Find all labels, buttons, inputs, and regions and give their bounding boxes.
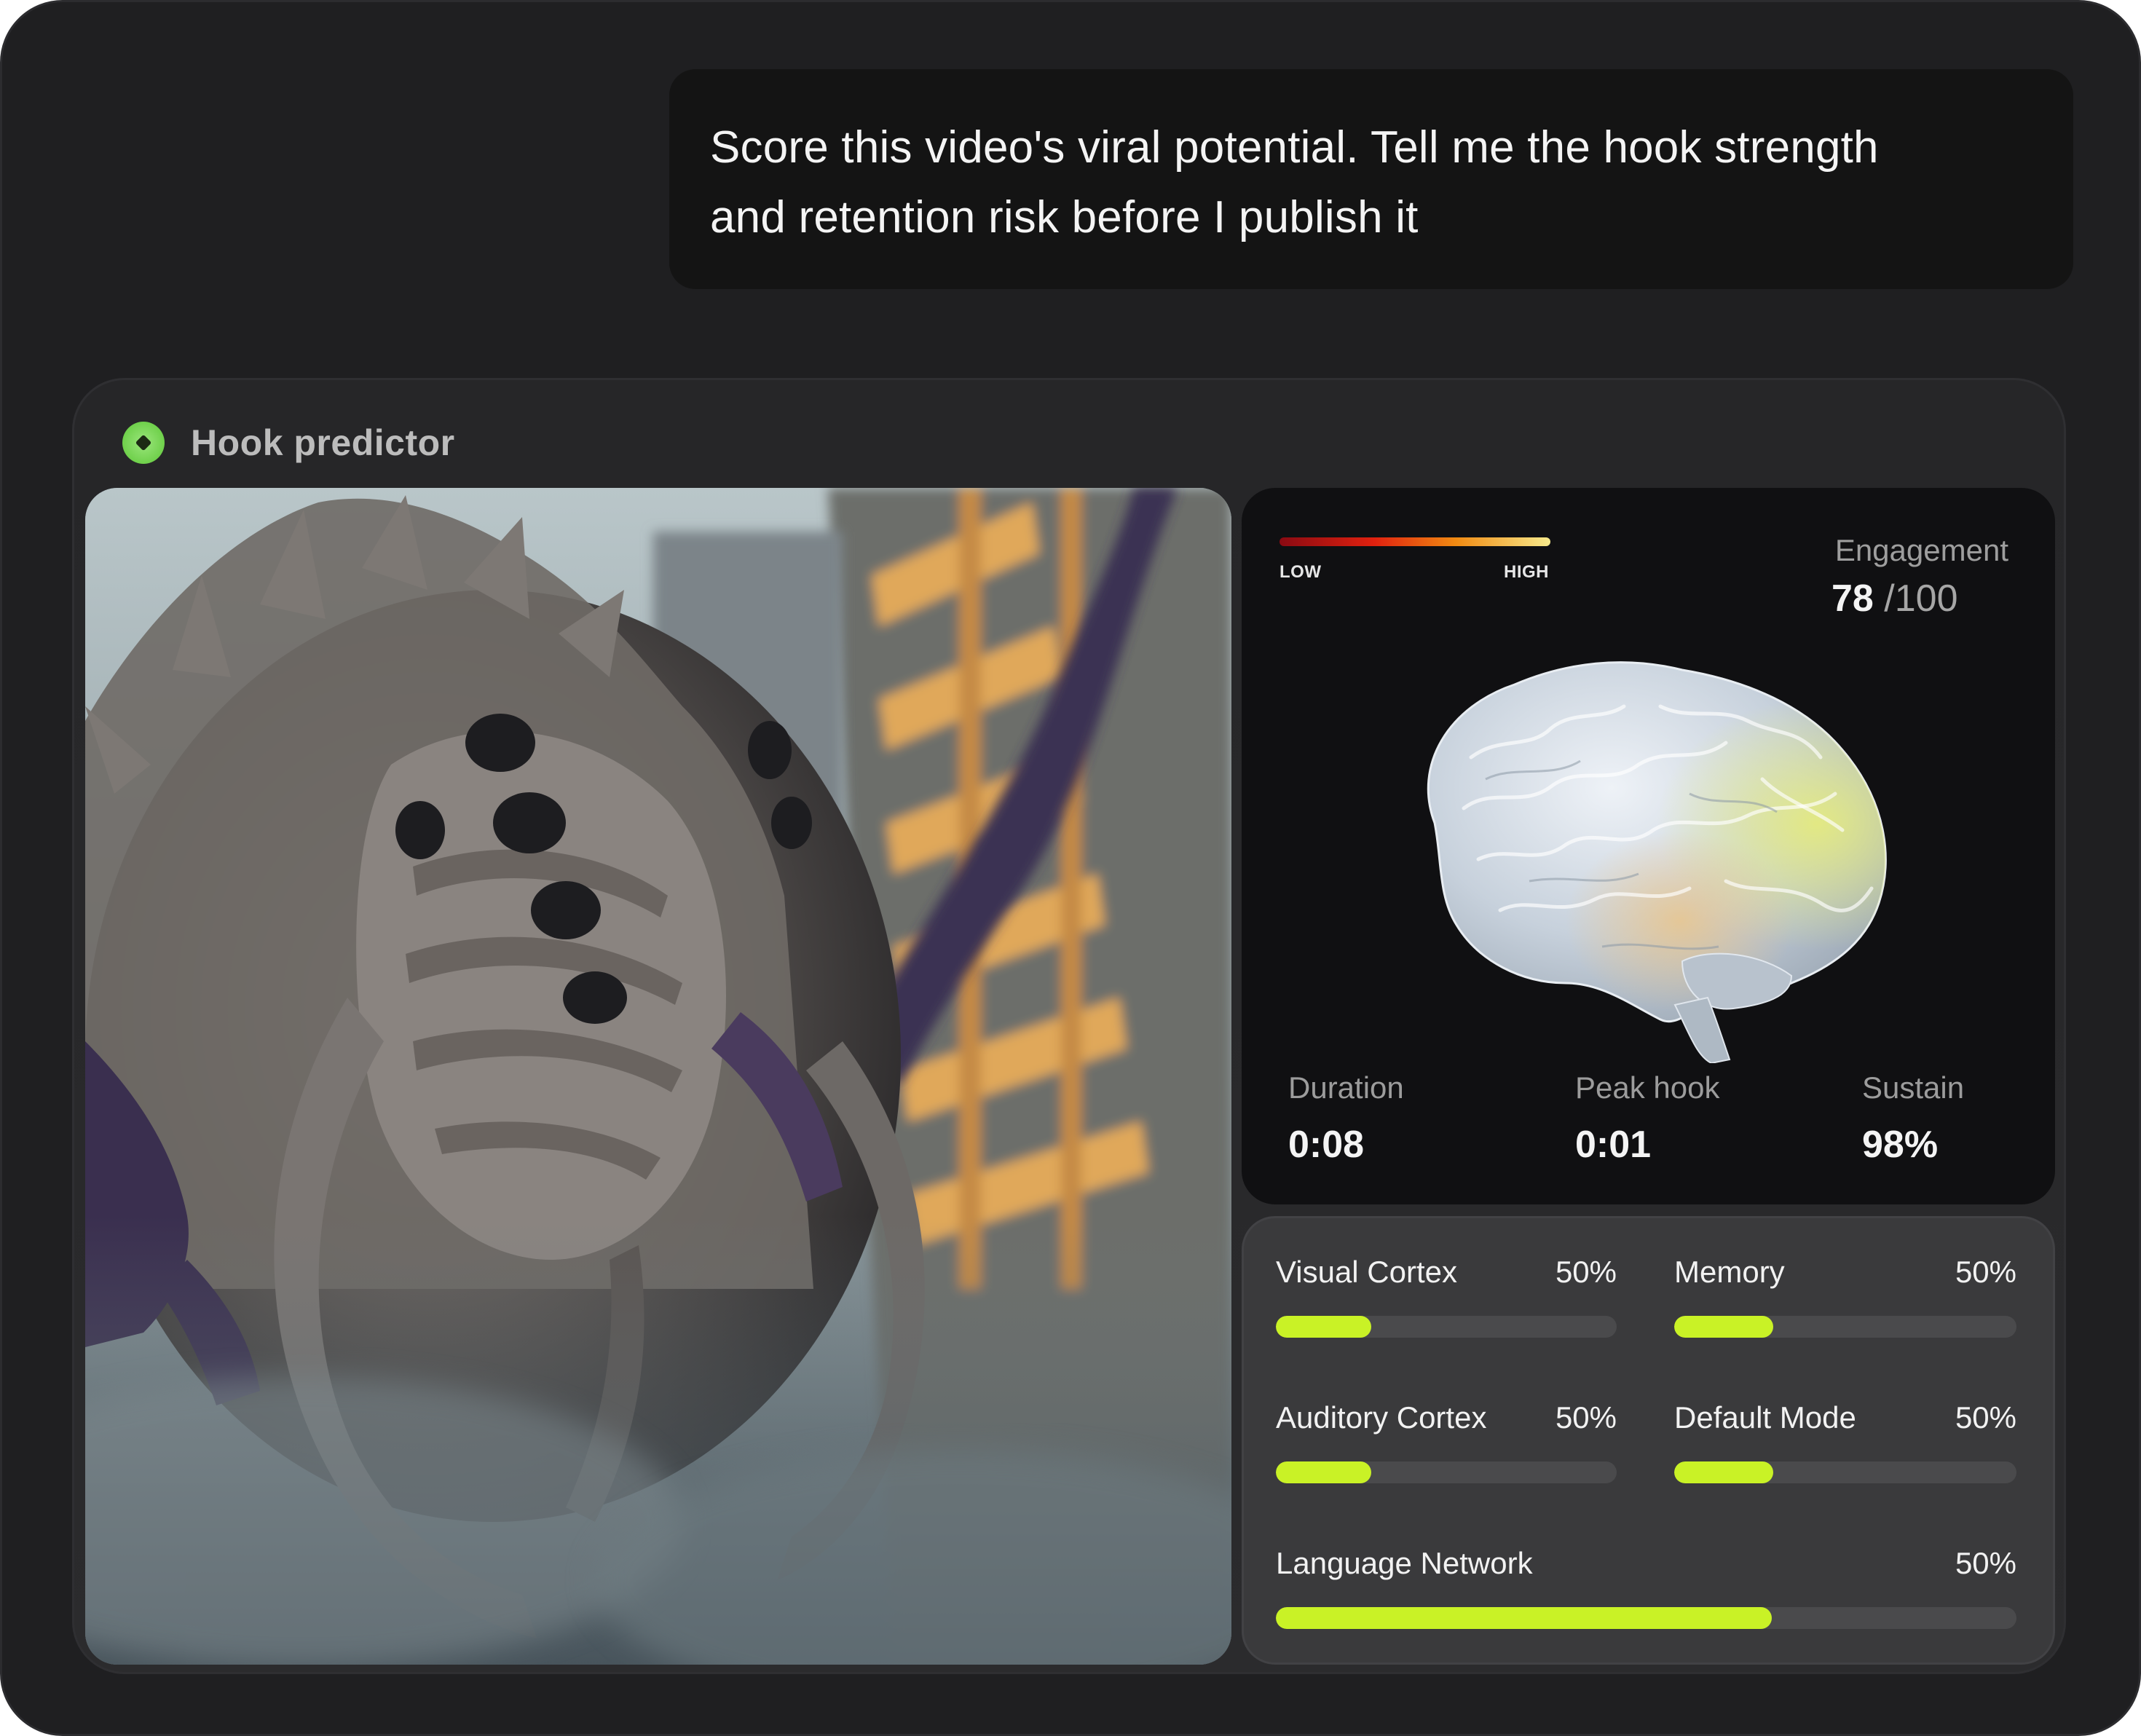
metric-bar xyxy=(1276,1461,1617,1483)
metric-language-network: Language Network 50% xyxy=(1276,1546,2016,1629)
stat-peak-hook-label: Peak hook xyxy=(1575,1070,1720,1105)
status-dot-icon xyxy=(122,422,165,464)
metric-bar xyxy=(1276,1316,1617,1338)
app-frame: Score this video's viral potential. Tell… xyxy=(0,0,2141,1736)
engagement-score: 78 /100 xyxy=(1832,577,1958,620)
video-preview[interactable] xyxy=(85,488,1231,1665)
prompt-line-2: and retention risk before I publish it xyxy=(710,192,1419,242)
metric-value: 50% xyxy=(1555,1255,1617,1289)
stat-peak-hook-value: 0:01 xyxy=(1575,1124,1652,1166)
brain-icon xyxy=(1427,661,1887,1063)
metric-value: 50% xyxy=(1955,1255,2016,1289)
stat-sustain-value: 98% xyxy=(1862,1124,1939,1166)
card-header: Hook predictor xyxy=(122,406,455,479)
metric-visual-cortex: Visual Cortex 50% xyxy=(1276,1255,1617,1338)
legend-high-label: HIGH xyxy=(1504,562,1549,582)
metric-name: Language Network xyxy=(1276,1546,1533,1580)
metric-name: Visual Cortex xyxy=(1276,1255,1458,1289)
metric-bar xyxy=(1674,1461,2016,1483)
brain-region-metrics: Visual Cortex 50% Memory 50% Auditory Co… xyxy=(1242,1216,2055,1665)
stat-sustain: Sustain 98% xyxy=(1862,1070,1964,1167)
metric-auditory-cortex: Auditory Cortex 50% xyxy=(1276,1400,1617,1483)
engagement-score-max: /100 xyxy=(1884,577,1958,620)
stat-duration: Duration 0:08 xyxy=(1288,1070,1404,1167)
metric-bar-fill xyxy=(1276,1316,1372,1338)
metric-name: Auditory Cortex xyxy=(1276,1400,1487,1435)
metric-bar xyxy=(1674,1316,2016,1338)
metric-memory: Memory 50% xyxy=(1674,1255,2016,1338)
metric-bar-fill xyxy=(1276,1607,1773,1629)
stat-peak-hook: Peak hook 0:01 xyxy=(1575,1070,1719,1167)
metric-bar-fill xyxy=(1276,1461,1372,1483)
stat-sustain-label: Sustain xyxy=(1862,1070,1965,1105)
engagement-panel: LOW HIGH Engagement 78 /100 Duration 0:0… xyxy=(1242,488,2055,1204)
metric-bar xyxy=(1276,1607,2016,1629)
metric-name: Memory xyxy=(1674,1255,1785,1289)
heat-legend-bar xyxy=(1280,537,1550,546)
stat-duration-label: Duration xyxy=(1288,1070,1404,1105)
metric-value: 50% xyxy=(1555,1400,1617,1435)
metric-bar-fill xyxy=(1674,1316,1774,1338)
engagement-score-value: 78 xyxy=(1832,577,1874,620)
prompt-line-1: Score this video's viral potential. Tell… xyxy=(710,122,1879,173)
metric-value: 50% xyxy=(1955,1400,2016,1435)
metric-default-mode: Default Mode 50% xyxy=(1674,1400,2016,1483)
hook-predictor-card: Hook predictor LOW HIGH Engagement 78 /1… xyxy=(72,378,2066,1674)
video-frame-image xyxy=(85,488,1231,1665)
metric-value: 50% xyxy=(1955,1546,2016,1580)
metric-name: Default Mode xyxy=(1674,1400,1856,1435)
metric-bar-fill xyxy=(1674,1461,1774,1483)
engagement-label: Engagement xyxy=(1834,533,2008,567)
stat-duration-value: 0:08 xyxy=(1288,1124,1365,1166)
user-prompt-bubble: Score this video's viral potential. Tell… xyxy=(669,69,2073,289)
legend-low-label: LOW xyxy=(1280,562,1322,582)
card-title: Hook predictor xyxy=(191,422,455,463)
